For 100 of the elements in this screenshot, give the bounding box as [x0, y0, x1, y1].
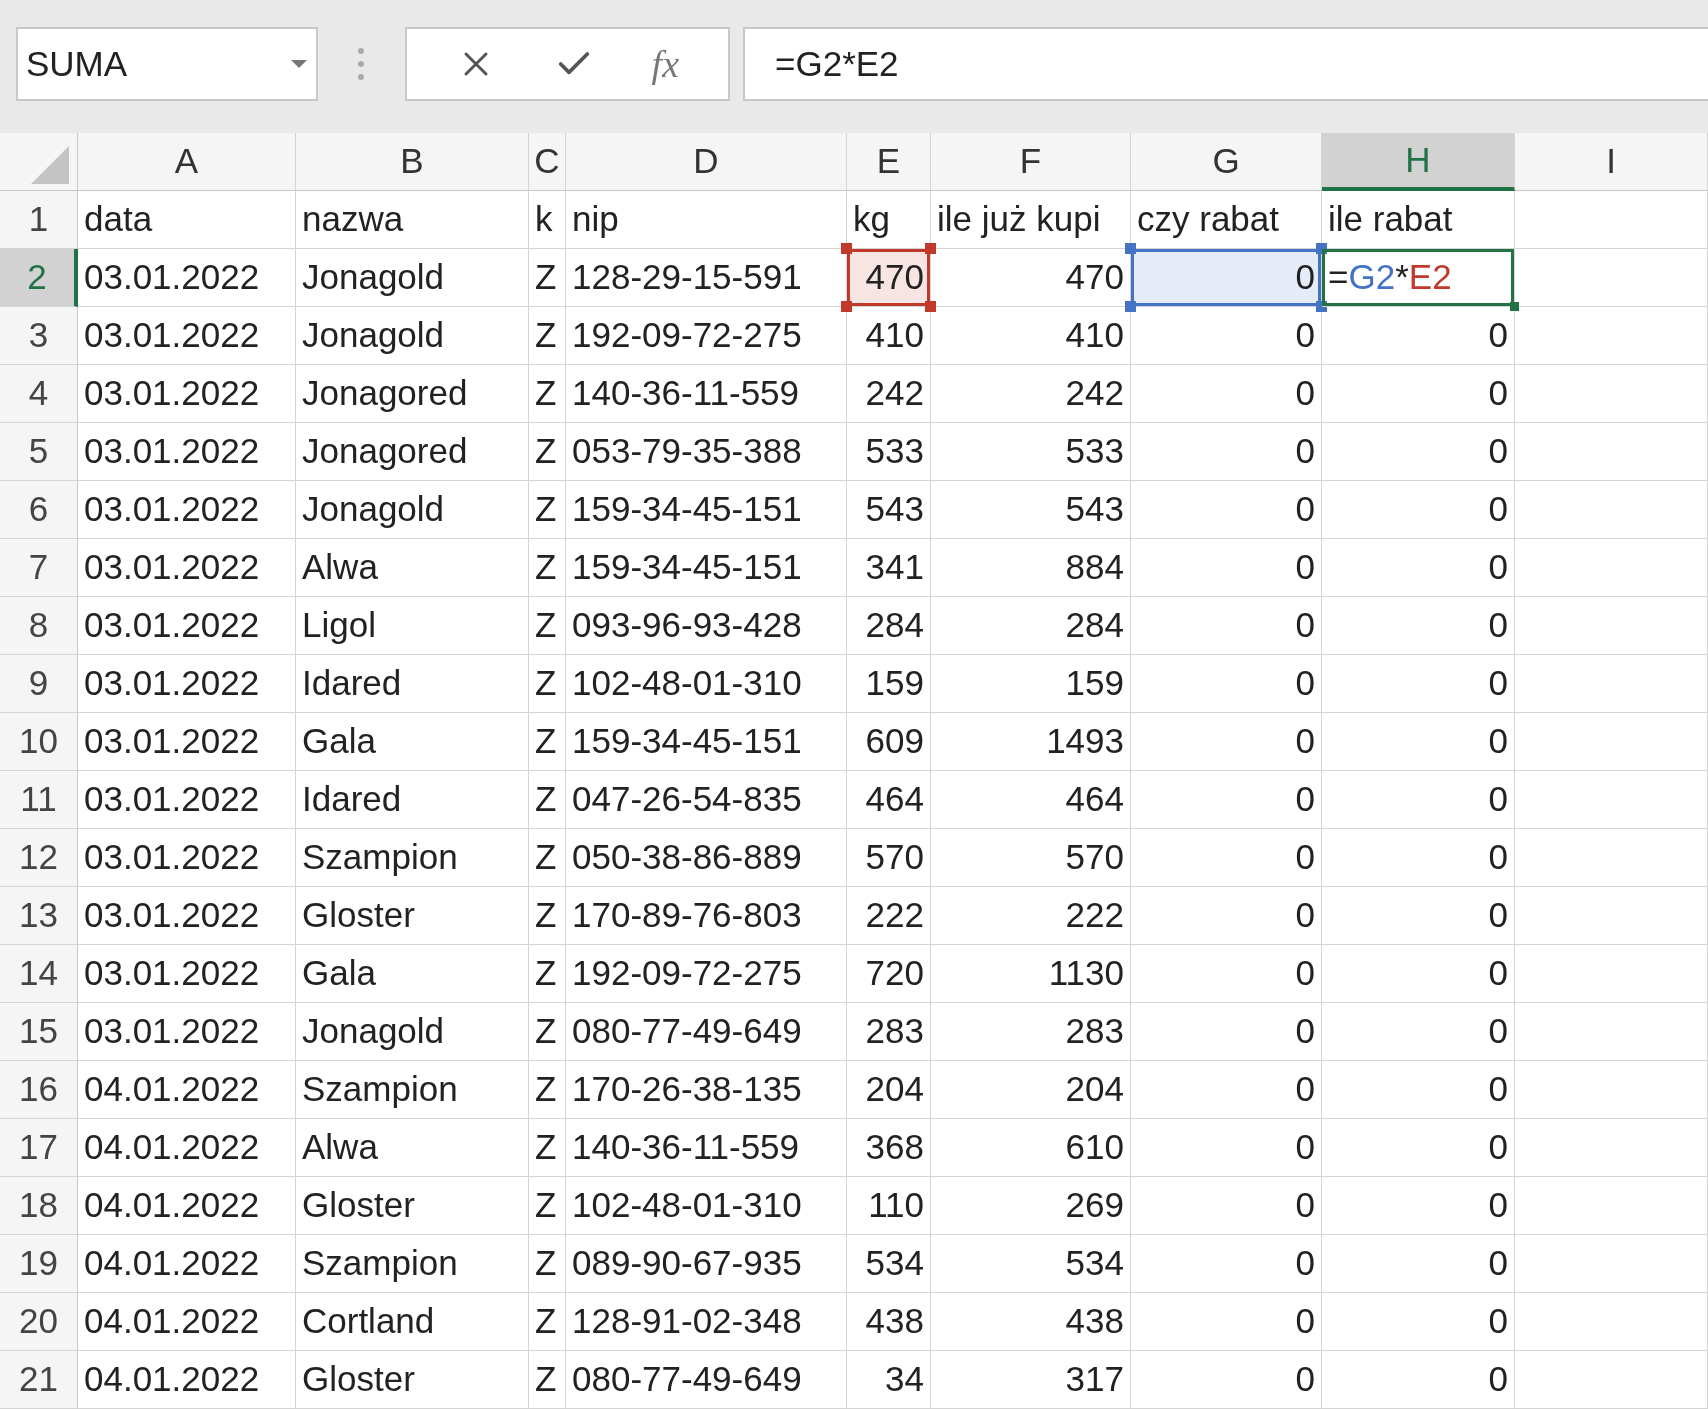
- table-cell: 080-77-49-649: [566, 1003, 847, 1061]
- table-cell: 0: [1131, 481, 1322, 539]
- resize-handle[interactable]: [1316, 243, 1327, 254]
- table-cell: 284: [931, 597, 1131, 655]
- table-cell: 0: [1322, 1003, 1515, 1061]
- resize-handle[interactable]: [1125, 301, 1136, 312]
- row-header[interactable]: 15: [0, 1003, 78, 1061]
- table-cell: 1493: [931, 713, 1131, 771]
- column-header[interactable]: I: [1515, 133, 1708, 191]
- cell-value: 470: [865, 256, 924, 299]
- row-header[interactable]: 5: [0, 423, 78, 481]
- table-cell: 0: [1131, 945, 1322, 1003]
- table-cell: 0: [1322, 481, 1515, 539]
- column-header[interactable]: A: [78, 133, 296, 191]
- row-header[interactable]: 6: [0, 481, 78, 539]
- table-cell: 04.01.2022: [78, 1293, 296, 1351]
- table-cell: 080-77-49-649: [566, 1351, 847, 1409]
- table-cell: 543: [847, 481, 931, 539]
- table-cell: 0: [1131, 1177, 1322, 1235]
- row-header[interactable]: 17: [0, 1119, 78, 1177]
- table-cell: 368: [847, 1119, 931, 1177]
- table-cell: 140-36-11-559: [566, 1119, 847, 1177]
- table-cell: 03.01.2022: [78, 945, 296, 1003]
- table-cell: 0: [1322, 945, 1515, 1003]
- table-cell: 410: [931, 307, 1131, 365]
- table-cell: Z: [529, 1293, 566, 1351]
- row-header[interactable]: 8: [0, 597, 78, 655]
- table-cell: 222: [931, 887, 1131, 945]
- column-header[interactable]: C: [529, 133, 566, 191]
- table-cell: 0: [1322, 597, 1515, 655]
- table-cell: 110: [847, 1177, 931, 1235]
- fill-handle[interactable]: [1510, 302, 1519, 311]
- row-header[interactable]: 11: [0, 771, 78, 829]
- table-cell: Z: [529, 481, 566, 539]
- row-header[interactable]: 4: [0, 365, 78, 423]
- table-cell: 192-09-72-275: [566, 945, 847, 1003]
- column-header[interactable]: B: [296, 133, 529, 191]
- column-header[interactable]: G: [1131, 133, 1322, 191]
- row-header[interactable]: 12: [0, 829, 78, 887]
- table-cell: 0: [1322, 1177, 1515, 1235]
- resize-handle[interactable]: [841, 301, 852, 312]
- row-header[interactable]: 20: [0, 1293, 78, 1351]
- table-cell: 0: [1322, 771, 1515, 829]
- resize-handle[interactable]: [841, 243, 852, 254]
- row-header[interactable]: 16: [0, 1061, 78, 1119]
- table-cell: 534: [847, 1235, 931, 1293]
- table-cell: 170-89-76-803: [566, 887, 847, 945]
- row-header[interactable]: 7: [0, 539, 78, 597]
- table-cell: Z: [529, 1351, 566, 1409]
- row-header[interactable]: 14: [0, 945, 78, 1003]
- table-cell: nazwa: [296, 191, 529, 249]
- formula-field[interactable]: =G2*E2: [743, 27, 1708, 101]
- select-all-icon[interactable]: [31, 146, 69, 184]
- table-cell: 533: [847, 423, 931, 481]
- column-header[interactable]: H: [1322, 133, 1515, 191]
- table-cell: 533: [931, 423, 1131, 481]
- row-header[interactable]: 2: [0, 249, 78, 307]
- table-cell: 0: [1131, 829, 1322, 887]
- table-cell: 0: [1322, 887, 1515, 945]
- resize-handle[interactable]: [925, 301, 936, 312]
- table-cell: 03.01.2022: [78, 1003, 296, 1061]
- row-header[interactable]: 13: [0, 887, 78, 945]
- row-header[interactable]: 9: [0, 655, 78, 713]
- table-cell: 0: [1131, 539, 1322, 597]
- row-header[interactable]: 3: [0, 307, 78, 365]
- column-header[interactable]: D: [566, 133, 847, 191]
- name-box[interactable]: SUMA: [16, 27, 318, 101]
- table-cell: Z: [529, 829, 566, 887]
- table-cell: Z: [529, 655, 566, 713]
- row-header[interactable]: 1: [0, 191, 78, 249]
- table-cell: Z: [529, 539, 566, 597]
- table-cell: 0: [1131, 597, 1322, 655]
- resize-handle[interactable]: [925, 243, 936, 254]
- table-cell: 159: [931, 655, 1131, 713]
- table-cell: 170-26-38-135: [566, 1061, 847, 1119]
- row-header[interactable]: 10: [0, 713, 78, 771]
- table-cell: 0: [1322, 713, 1515, 771]
- table-cell: 047-26-54-835: [566, 771, 847, 829]
- resize-handle[interactable]: [1125, 243, 1136, 254]
- table-cell: 093-96-93-428: [566, 597, 847, 655]
- resize-handle[interactable]: [1316, 301, 1327, 312]
- table-cell: 03.01.2022: [78, 423, 296, 481]
- table-cell: 03.01.2022: [78, 771, 296, 829]
- row-header[interactable]: 21: [0, 1351, 78, 1409]
- table-cell: 0: [1131, 1003, 1322, 1061]
- cell-formula[interactable]: =G2*E2: [1328, 251, 1452, 304]
- insert-function-button[interactable]: fx: [651, 35, 680, 93]
- table-cell: Z: [529, 1235, 566, 1293]
- table-cell: 03.01.2022: [78, 713, 296, 771]
- table-cell: 159-34-45-151: [566, 539, 847, 597]
- table-cell: 089-90-67-935: [566, 1235, 847, 1293]
- column-header[interactable]: F: [931, 133, 1131, 191]
- row-header[interactable]: 19: [0, 1235, 78, 1293]
- table-cell: 0: [1322, 829, 1515, 887]
- column-header[interactable]: E: [847, 133, 931, 191]
- row-header[interactable]: 18: [0, 1177, 78, 1235]
- table-cell: 317: [931, 1351, 1131, 1409]
- table-cell: 720: [847, 945, 931, 1003]
- table-cell: Alwa: [296, 539, 529, 597]
- table-cell: Z: [529, 887, 566, 945]
